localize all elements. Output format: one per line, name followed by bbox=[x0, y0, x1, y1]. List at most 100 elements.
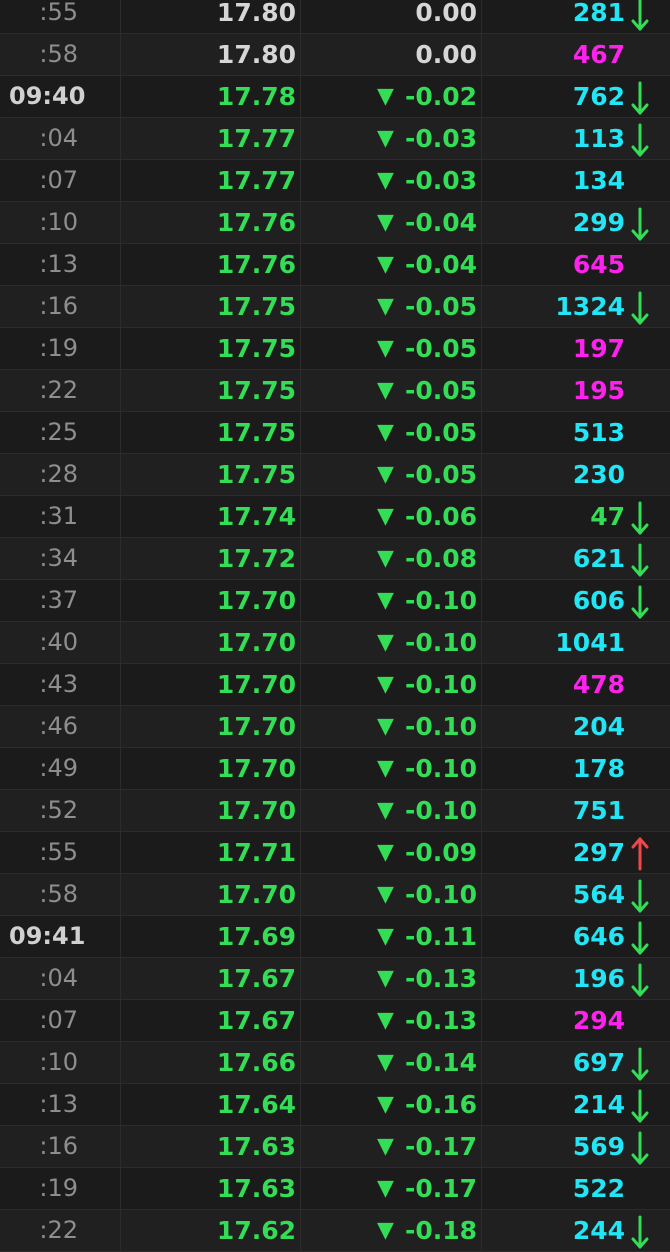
tick-row[interactable]: :04 17.67 ▼ -0.13 196 bbox=[0, 958, 670, 1000]
tick-row[interactable]: :49 17.70 ▼ -0.10 178 bbox=[0, 748, 670, 790]
tick-row[interactable]: :46 17.70 ▼ -0.10 204 bbox=[0, 706, 670, 748]
tick-change-value: -0.05 bbox=[404, 334, 477, 363]
tick-price: 17.70 bbox=[121, 664, 301, 705]
tick-price: 17.78 bbox=[121, 76, 301, 117]
tick-volume: 606 bbox=[572, 586, 625, 615]
tick-row[interactable]: 09:40 17.78 ▼ -0.02 762 bbox=[0, 76, 670, 118]
down-triangle-icon: ▼ bbox=[377, 882, 394, 907]
arrow-down-icon bbox=[630, 202, 656, 244]
tick-time-seconds: :22 bbox=[0, 370, 121, 411]
tick-row[interactable]: :55 17.71 ▼ -0.09 297 bbox=[0, 832, 670, 874]
arrow-down-icon bbox=[630, 916, 656, 958]
tick-change-value: -0.11 bbox=[404, 922, 477, 951]
tick-row[interactable]: :16 17.63 ▼ -0.17 569 bbox=[0, 1126, 670, 1168]
tick-list[interactable]: :55 17.80 0.00 281:58 17.80 0.00 467 09:40 17.78… bbox=[0, 0, 670, 1252]
tick-row[interactable]: :07 17.67 ▼ -0.13 294 bbox=[0, 1000, 670, 1042]
tick-row[interactable]: :19 17.75 ▼ -0.05 197 bbox=[0, 328, 670, 370]
tick-row[interactable]: 09:41 17.69 ▼ -0.11 646 bbox=[0, 916, 670, 958]
tick-row[interactable]: :40 17.70 ▼ -0.10 1041 bbox=[0, 622, 670, 664]
tick-volume: 178 bbox=[572, 754, 625, 783]
tick-time-seconds: :25 bbox=[0, 412, 121, 453]
tick-change: ▼ -0.13 bbox=[301, 958, 482, 999]
tick-change-value: 0.00 bbox=[415, 0, 477, 27]
tick-change: ▼ -0.10 bbox=[301, 874, 482, 915]
tick-change: ▼ -0.10 bbox=[301, 790, 482, 831]
tick-volume: 204 bbox=[572, 712, 625, 741]
tick-price: 17.75 bbox=[121, 454, 301, 495]
tick-row[interactable]: :22 17.75 ▼ -0.05 195 bbox=[0, 370, 670, 412]
tick-row[interactable]: :43 17.70 ▼ -0.10 478 bbox=[0, 664, 670, 706]
tick-volume: 621 bbox=[572, 544, 625, 573]
down-triangle-icon: ▼ bbox=[377, 1092, 394, 1117]
tick-price: 17.70 bbox=[121, 580, 301, 621]
tick-row[interactable]: :19 17.63 ▼ -0.17 522 bbox=[0, 1168, 670, 1210]
tick-row[interactable]: :34 17.72 ▼ -0.08 621 bbox=[0, 538, 670, 580]
tick-row[interactable]: :25 17.75 ▼ -0.05 513 bbox=[0, 412, 670, 454]
tick-change-value: -0.03 bbox=[404, 124, 477, 153]
tick-time-seconds: :31 bbox=[0, 496, 121, 537]
down-triangle-icon: ▼ bbox=[377, 630, 394, 655]
tick-volume: 1041 bbox=[555, 628, 625, 657]
tick-change: ▼ -0.10 bbox=[301, 706, 482, 747]
down-triangle-icon: ▼ bbox=[377, 462, 394, 487]
tick-volume: 645 bbox=[572, 250, 625, 279]
tick-change: 0.00 bbox=[301, 34, 482, 75]
tick-volume: 134 bbox=[572, 166, 625, 195]
tick-price: 17.80 bbox=[121, 0, 301, 33]
tick-price: 17.70 bbox=[121, 706, 301, 747]
tick-row[interactable]: :07 17.77 ▼ -0.03 134 bbox=[0, 160, 670, 202]
tick-volume: 697 bbox=[572, 1048, 625, 1077]
tick-price: 17.75 bbox=[121, 370, 301, 411]
tick-price: 17.74 bbox=[121, 496, 301, 537]
down-triangle-icon: ▼ bbox=[377, 336, 394, 361]
tick-row[interactable]: :04 17.77 ▼ -0.03 113 bbox=[0, 118, 670, 160]
tick-volume: 281 bbox=[572, 0, 625, 27]
down-triangle-icon: ▼ bbox=[377, 672, 394, 697]
arrow-down-icon bbox=[630, 874, 656, 916]
arrow-down-icon bbox=[630, 286, 656, 328]
tick-row[interactable]: :16 17.75 ▼ -0.05 1324 bbox=[0, 286, 670, 328]
arrow-down-icon bbox=[630, 1126, 656, 1168]
tick-row[interactable]: :13 17.76 ▼ -0.04 645 bbox=[0, 244, 670, 286]
tick-change-value: -0.03 bbox=[404, 166, 477, 195]
tick-row[interactable]: :58 17.70 ▼ -0.10 564 bbox=[0, 874, 670, 916]
tick-change: ▼ -0.10 bbox=[301, 664, 482, 705]
tick-change: ▼ -0.17 bbox=[301, 1126, 482, 1167]
down-triangle-icon: ▼ bbox=[377, 420, 394, 445]
down-triangle-icon: ▼ bbox=[377, 966, 394, 991]
tick-row[interactable]: :10 17.76 ▼ -0.04 299 bbox=[0, 202, 670, 244]
tick-time-minute: 09:40 bbox=[0, 76, 121, 117]
tick-change: ▼ -0.04 bbox=[301, 202, 482, 243]
tick-row[interactable]: :37 17.70 ▼ -0.10 606 bbox=[0, 580, 670, 622]
tick-time-seconds: :49 bbox=[0, 748, 121, 789]
tick-price: 17.63 bbox=[121, 1126, 301, 1167]
down-triangle-icon: ▼ bbox=[377, 924, 394, 949]
arrow-down-icon bbox=[630, 1042, 656, 1084]
arrow-down-icon bbox=[630, 1084, 656, 1126]
down-triangle-icon: ▼ bbox=[377, 84, 394, 109]
tick-change-value: -0.06 bbox=[404, 502, 477, 531]
down-triangle-icon: ▼ bbox=[377, 756, 394, 781]
tick-row[interactable]: :55 17.80 0.00 281 bbox=[0, 0, 670, 34]
tick-row[interactable]: :58 17.80 0.00 467 bbox=[0, 34, 670, 76]
tick-change-value: -0.04 bbox=[404, 250, 477, 279]
tick-time-seconds: :40 bbox=[0, 622, 121, 663]
tick-price: 17.63 bbox=[121, 1168, 301, 1209]
tick-time-seconds: :55 bbox=[0, 0, 121, 33]
tick-change-value: -0.17 bbox=[404, 1174, 477, 1203]
tick-row[interactable]: :22 17.62 ▼ -0.18 244 bbox=[0, 1210, 670, 1252]
tick-row[interactable]: :28 17.75 ▼ -0.05 230 bbox=[0, 454, 670, 496]
tick-row[interactable]: :31 17.74 ▼ -0.06 47 bbox=[0, 496, 670, 538]
tick-change: ▼ -0.05 bbox=[301, 370, 482, 411]
tick-row[interactable]: :52 17.70 ▼ -0.10 751 bbox=[0, 790, 670, 832]
tick-row[interactable]: :10 17.66 ▼ -0.14 697 bbox=[0, 1042, 670, 1084]
tick-volume: 751 bbox=[572, 796, 625, 825]
tick-change-value: -0.05 bbox=[404, 460, 477, 489]
tick-time-seconds: :16 bbox=[0, 286, 121, 327]
tick-row[interactable]: :13 17.64 ▼ -0.16 214 bbox=[0, 1084, 670, 1126]
tick-change-value: -0.02 bbox=[404, 82, 477, 111]
tick-time-seconds: :43 bbox=[0, 664, 121, 705]
tick-volume: 294 bbox=[572, 1006, 625, 1035]
tick-change: ▼ -0.14 bbox=[301, 1042, 482, 1083]
arrow-down-icon bbox=[630, 118, 656, 160]
